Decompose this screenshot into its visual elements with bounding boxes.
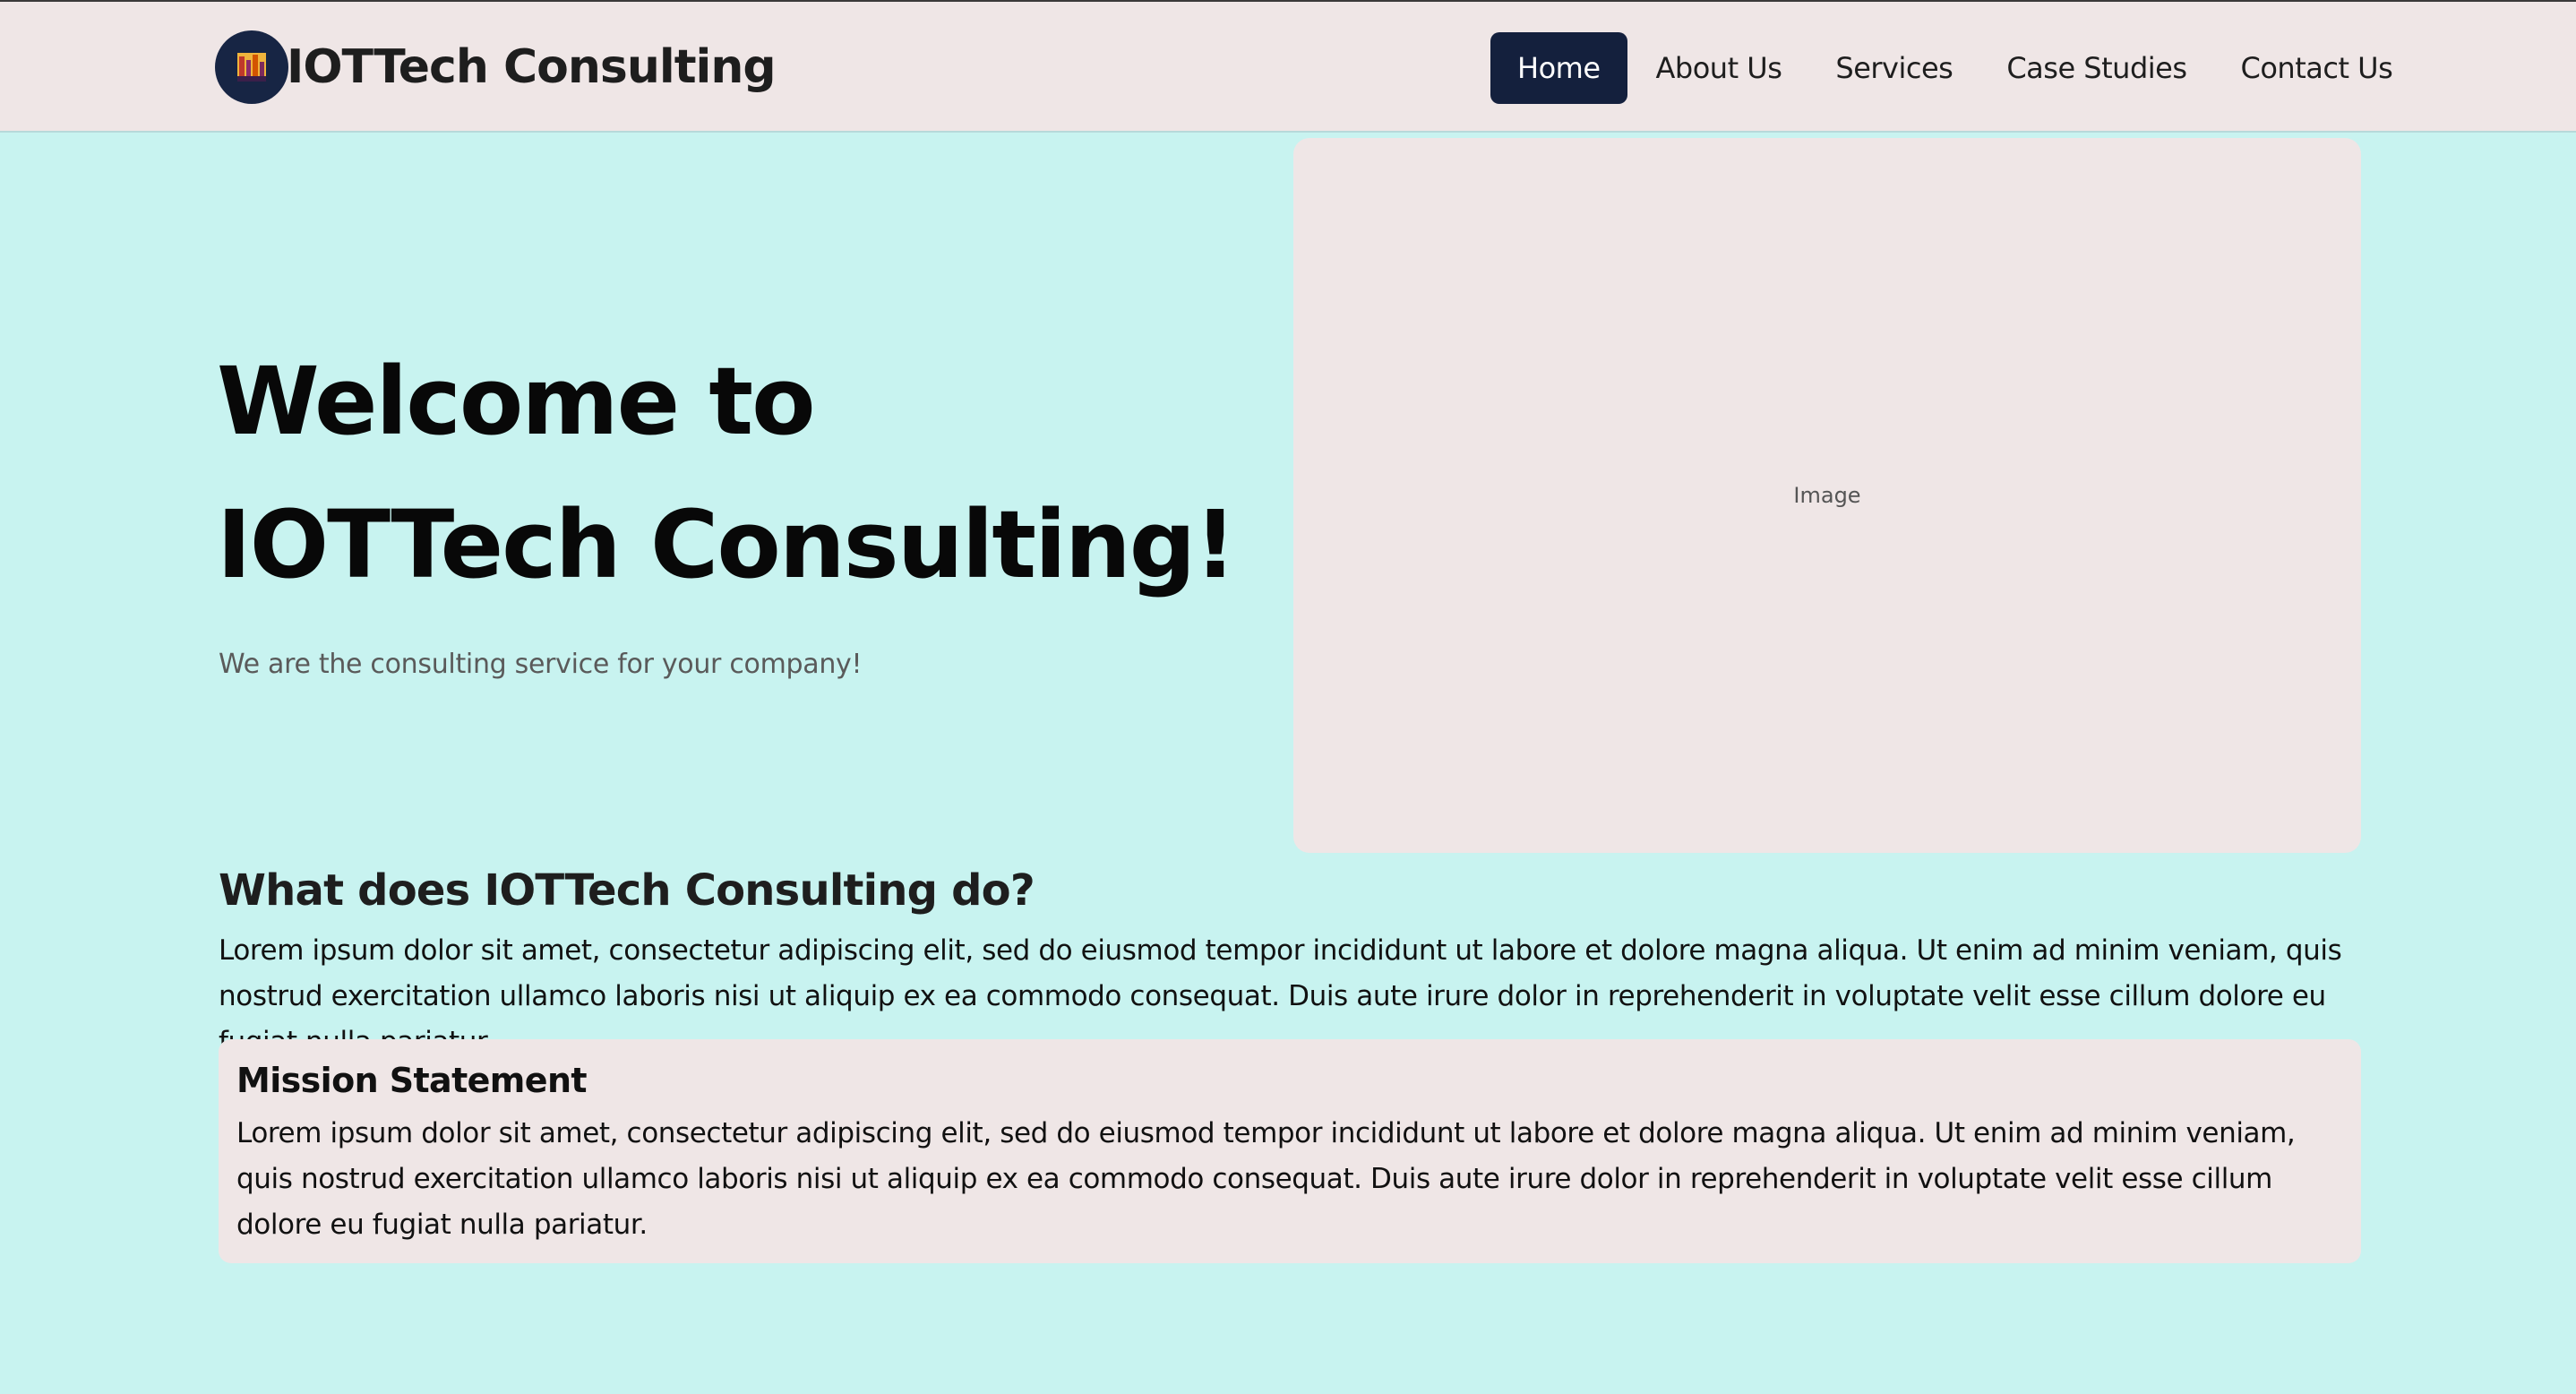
mission-statement-card: Mission Statement Lorem ipsum dolor sit … bbox=[219, 1039, 2361, 1263]
site-header: IOTTech Consulting Home About Us Service… bbox=[0, 2, 2576, 133]
about-section-title: What does IOTTech Consulting do? bbox=[219, 865, 1035, 916]
city-skyline-logo-icon[interactable] bbox=[215, 30, 288, 104]
image-placeholder-label: Image bbox=[1793, 483, 1861, 508]
brand[interactable]: IOTTech Consulting bbox=[215, 30, 777, 104]
main-nav: Home About Us Services Case Studies Cont… bbox=[1490, 32, 2419, 104]
hero-title: Welcome to IOTTech Consulting! bbox=[217, 347, 1237, 599]
nav-home[interactable]: Home bbox=[1490, 32, 1627, 104]
nav-services[interactable]: Services bbox=[1808, 32, 1979, 104]
nav-about-us[interactable]: About Us bbox=[1629, 32, 1809, 104]
hero-image-placeholder: Image bbox=[1293, 138, 2361, 853]
mission-body: Lorem ipsum dolor sit amet, consectetur … bbox=[236, 1117, 2296, 1241]
mission-title: Mission Statement bbox=[236, 1061, 588, 1100]
hero-subtitle: We are the consulting service for your c… bbox=[219, 649, 863, 680]
brand-name[interactable]: IOTTech Consulting bbox=[287, 40, 777, 94]
nav-case-studies[interactable]: Case Studies bbox=[1979, 32, 2213, 104]
nav-contact-us[interactable]: Contact Us bbox=[2214, 32, 2420, 104]
